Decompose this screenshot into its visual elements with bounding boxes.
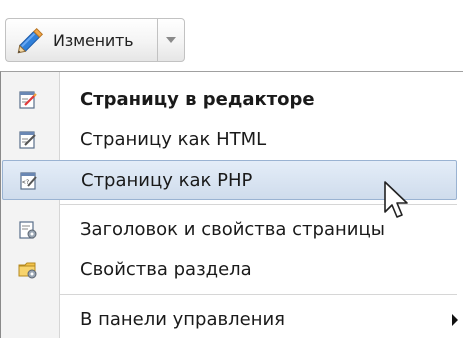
menu-item-label: Свойства раздела	[80, 259, 252, 280]
menu-item-label: Страницу как HTML	[80, 129, 267, 150]
submenu-arrow-icon	[452, 314, 458, 326]
edit-button[interactable]: Изменить	[5, 18, 157, 62]
page-properties-icon	[18, 220, 38, 240]
menu-item-label: В панели управления	[80, 309, 285, 330]
menu-item-control-panel[interactable]: В панели управления	[2, 300, 462, 340]
menu-item-page-html[interactable]: Страницу как HTML	[2, 120, 462, 160]
menu-item-page-editor[interactable]: Страницу в редакторе	[2, 80, 462, 120]
page-editor-icon	[18, 90, 38, 110]
edit-button-label: Изменить	[53, 30, 134, 50]
menu-item-folder-properties[interactable]: Свойства раздела	[2, 250, 462, 290]
pencil-icon	[17, 27, 44, 54]
mouse-cursor-icon	[384, 181, 408, 218]
menu-item-label: Страницу как PHP	[81, 170, 253, 191]
menu-item-label: Страницу в редакторе	[80, 89, 315, 110]
menu-item-label: Заголовок и свойства страницы	[80, 219, 385, 240]
edit-dropdown-button[interactable]	[157, 18, 185, 62]
page-php-icon: <?	[19, 171, 39, 191]
folder-properties-icon	[18, 260, 38, 280]
edit-split-button: Изменить	[5, 18, 185, 64]
menu-separator	[59, 294, 457, 295]
page-html-icon	[18, 130, 38, 150]
chevron-down-icon	[166, 37, 176, 43]
